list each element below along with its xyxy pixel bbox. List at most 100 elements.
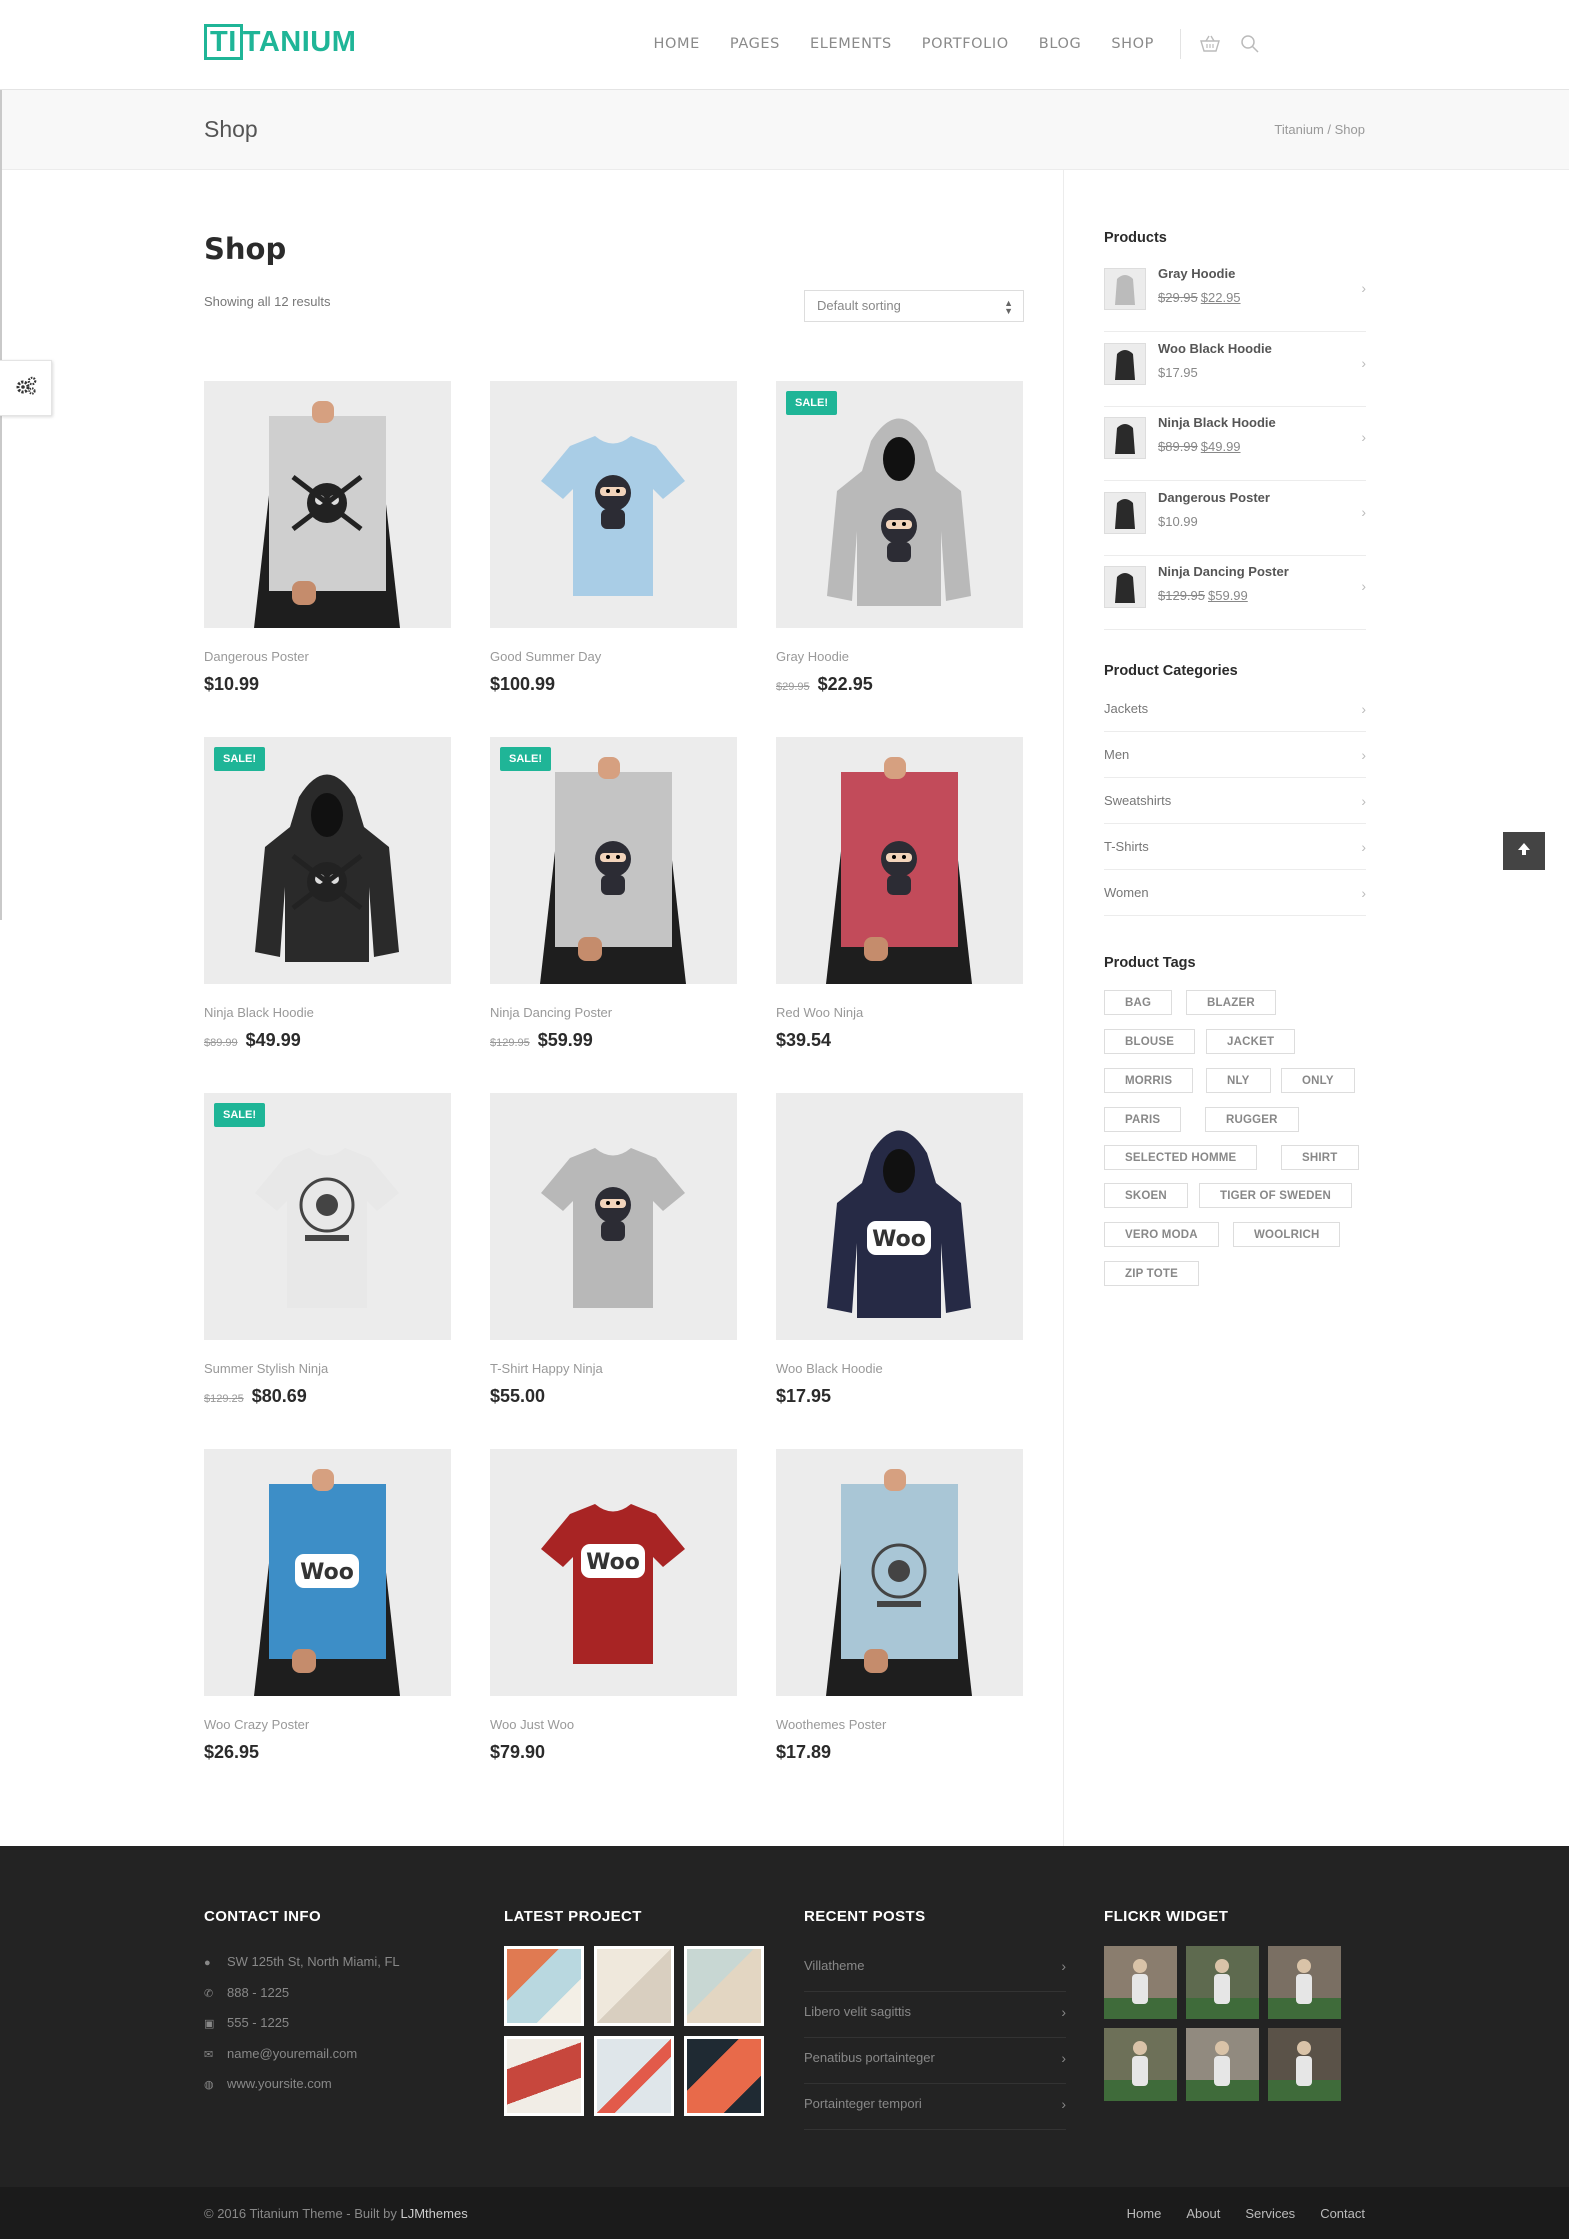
product-card[interactable]: Red Woo Ninja $39.54 [776,737,1023,1050]
footer-link-services[interactable]: Services [1245,2206,1295,2221]
product-name[interactable]: Good Summer Day [490,649,601,664]
tag-link[interactable]: SHIRT [1281,1145,1359,1170]
tag-link[interactable]: WOOLRICH [1233,1222,1341,1247]
project-thumbnail[interactable] [684,1946,764,2026]
tag-link[interactable]: NLY [1206,1068,1271,1093]
copyright-author-link[interactable]: LJMthemes [401,2206,468,2221]
tag-link[interactable]: SELECTED HOMME [1104,1145,1258,1170]
tag-link[interactable]: TIGER OF SWEDEN [1199,1183,1352,1208]
flickr-photo[interactable] [1186,1946,1259,2019]
site-logo[interactable]: TI TANIUM [204,23,356,61]
project-thumbnail[interactable] [594,2036,674,2116]
product-image[interactable]: SALE! [776,381,1023,628]
footer-link-contact[interactable]: Contact [1320,2206,1365,2221]
product-image[interactable] [776,737,1023,984]
product-image[interactable]: Woo [204,1449,451,1696]
sidebar-product-name[interactable]: Ninja Black Hoodie [1158,415,1276,430]
product-name[interactable]: T-Shirt Happy Ninja [490,1361,603,1376]
category-item[interactable]: Men › [1104,732,1366,778]
product-card[interactable]: SALE! Ninja Dancing Poster $129.95 $59.99 [490,737,737,1050]
project-thumbnail[interactable] [504,2036,584,2116]
sidebar-product-thumb[interactable] [1104,566,1146,608]
search-icon[interactable] [1239,33,1261,55]
flickr-photo[interactable] [1104,2028,1177,2101]
flickr-photo[interactable] [1268,1946,1341,2019]
product-image[interactable]: SALE! [204,737,451,984]
product-name[interactable]: Woo Black Hoodie [776,1361,883,1376]
sidebar-product-name[interactable]: Dangerous Poster [1158,490,1270,505]
project-thumbnail[interactable] [504,1946,584,2026]
product-name[interactable]: Summer Stylish Ninja [204,1361,328,1376]
product-card[interactable]: T-Shirt Happy Ninja $55.00 [490,1093,737,1406]
category-item[interactable]: Sweatshirts › [1104,778,1366,824]
sidebar-product-thumb[interactable] [1104,491,1146,534]
product-image[interactable] [776,1449,1023,1696]
product-card[interactable]: SALE! Summer Stylish Ninja $129.25 $80.69 [204,1093,451,1406]
flickr-photo[interactable] [1104,1946,1177,2019]
nav-elements[interactable]: ELEMENTS [810,36,892,52]
product-image[interactable]: SALE! [490,737,737,984]
basket-icon[interactable] [1199,33,1221,55]
footer-link-about[interactable]: About [1186,2206,1220,2221]
tag-link[interactable]: RUGGER [1205,1107,1299,1132]
sort-select[interactable]: Default sorting ▲ ▼ [804,290,1024,322]
sidebar-product-thumb[interactable] [1104,268,1146,310]
product-card[interactable]: Good Summer Day $100.99 [490,381,737,694]
product-image[interactable] [204,381,451,628]
product-image[interactable]: Woo [776,1093,1023,1340]
product-card[interactable]: Woo Woo Black Hoodie $17.95 [776,1093,1023,1406]
recent-post-item[interactable]: Villatheme › [804,1946,1066,1992]
sidebar-product-item[interactable]: Ninja Black Hoodie $89.99 $49.99 › [1104,407,1366,481]
footer-link-home[interactable]: Home [1127,2206,1162,2221]
sidebar-product-thumb[interactable] [1104,417,1146,459]
tag-link[interactable]: ZIP TOTE [1104,1261,1199,1286]
recent-post-item[interactable]: Portainteger tempori › [804,2084,1066,2130]
recent-post-item[interactable]: Penatibus portainteger › [804,2038,1066,2084]
product-name[interactable]: Woothemes Poster [776,1717,886,1732]
tag-link[interactable]: ONLY [1281,1068,1355,1093]
tag-link[interactable]: BAG [1104,990,1173,1015]
tag-link[interactable]: PARIS [1104,1107,1182,1132]
product-card[interactable]: Woo Woo Just Woo $79.90 [490,1449,737,1762]
product-image[interactable] [490,381,737,628]
sidebar-product-name[interactable]: Woo Black Hoodie [1158,341,1272,356]
flickr-photo[interactable] [1186,2028,1259,2101]
product-card[interactable]: SALE! Ninja Black Hoodie $89.99 $49.99 [204,737,451,1050]
product-name[interactable]: Woo Crazy Poster [204,1717,309,1732]
flickr-photo[interactable] [1268,2028,1341,2101]
product-card[interactable]: Dangerous Poster $10.99 [204,381,451,694]
tag-link[interactable]: VERO MODA [1104,1222,1219,1247]
product-card[interactable]: SALE! Gray Hoodie $29.95 $22.95 [776,381,1023,694]
product-name[interactable]: Gray Hoodie [776,649,849,664]
product-name[interactable]: Red Woo Ninja [776,1005,863,1020]
breadcrumb-home[interactable]: Titanium [1274,122,1323,137]
nav-pages[interactable]: PAGES [730,36,780,52]
product-name[interactable]: Ninja Black Hoodie [204,1005,314,1020]
sidebar-product-item[interactable]: Gray Hoodie $29.95 $22.95 › [1104,258,1366,332]
project-thumbnail[interactable] [684,2036,764,2116]
nav-blog[interactable]: BLOG [1039,36,1082,52]
sidebar-product-name[interactable]: Gray Hoodie [1158,266,1235,281]
sidebar-product-item[interactable]: Ninja Dancing Poster $129.95 $59.99 › [1104,556,1366,630]
sidebar-product-item[interactable]: Woo Black Hoodie $17.95 › [1104,333,1366,407]
nav-shop[interactable]: SHOP [1111,36,1154,52]
nav-home[interactable]: HOME [654,36,700,52]
back-to-top-button[interactable] [1503,832,1545,870]
sidebar-product-name[interactable]: Ninja Dancing Poster [1158,564,1289,579]
sidebar-product-thumb[interactable] [1104,342,1146,385]
product-name[interactable]: Dangerous Poster [204,649,309,664]
tag-link[interactable]: MORRIS [1104,1068,1194,1093]
category-item[interactable]: Women › [1104,870,1366,916]
recent-post-item[interactable]: Libero velit sagittis › [804,1992,1066,2038]
tag-link[interactable]: SKOEN [1104,1183,1188,1208]
nav-portfolio[interactable]: PORTFOLIO [922,36,1009,52]
product-card[interactable]: Woo Woo Crazy Poster $26.95 [204,1449,451,1762]
product-image[interactable] [490,1093,737,1340]
product-card[interactable]: Woothemes Poster $17.89 [776,1449,1023,1762]
product-image[interactable]: Woo [490,1449,737,1696]
category-item[interactable]: Jackets › [1104,686,1366,732]
category-item[interactable]: T-Shirts › [1104,824,1366,870]
tag-link[interactable]: BLOUSE [1104,1029,1196,1054]
tag-link[interactable]: BLAZER [1186,990,1276,1015]
project-thumbnail[interactable] [594,1946,674,2026]
